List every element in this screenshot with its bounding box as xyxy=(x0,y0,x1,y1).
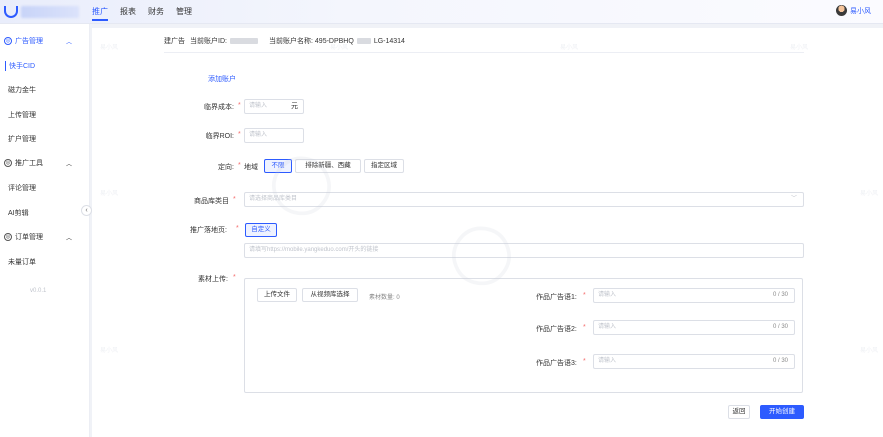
collapse-sidebar-button[interactable]: ‹ xyxy=(81,205,92,216)
required-mark: * xyxy=(238,162,241,169)
custom-landing-page-button[interactable]: 自定义 xyxy=(245,223,277,237)
add-account-link[interactable]: 添加账户 xyxy=(208,74,236,84)
nav-finance[interactable]: 财务 xyxy=(148,0,164,24)
critical-cost-label: 临界成本: xyxy=(204,104,234,111)
critical-roi-input[interactable]: 请输入 xyxy=(244,128,304,143)
product-category-select[interactable]: 请选择商品库类目 ﹀ xyxy=(244,192,804,207)
targeting-option-specified-region[interactable]: 指定区域 xyxy=(364,159,404,173)
chevron-up-icon: ︿ xyxy=(65,235,72,242)
sidebar-item-orders[interactable]: 未量订单 xyxy=(8,257,36,267)
ad-icon: ◎ xyxy=(4,37,12,45)
ad-copy-3-input[interactable]: 请输入 0 / 30 xyxy=(593,354,795,369)
ad-copy-2-placeholder: 请输入 xyxy=(598,324,617,330)
region-label: 地域 xyxy=(244,164,258,171)
top-nav: 推广 报表 财务 管理 xyxy=(92,0,204,24)
critical-roi-label: 临界ROI: xyxy=(205,133,234,140)
logo-icon xyxy=(4,6,18,18)
nav-reports[interactable]: 报表 xyxy=(120,0,136,24)
landing-page-label: 推广落地页: xyxy=(190,227,227,234)
sidebar-item-magnetic-bull[interactable]: 磁力金牛 xyxy=(8,85,36,95)
chevron-left-icon: ‹ xyxy=(85,207,88,214)
required-mark: * xyxy=(238,102,241,109)
user-menu[interactable]: 易小风 xyxy=(836,5,871,16)
back-button[interactable]: 返回 xyxy=(728,405,750,419)
sidebar-group-label: 广告管理 xyxy=(15,38,43,45)
ad-copy-3-label: 作品广告语3: xyxy=(536,360,577,367)
masked-account-name xyxy=(356,38,371,44)
masked-account-id xyxy=(229,38,258,44)
product-category-placeholder: 请选择商品库类目 xyxy=(249,196,298,202)
sidebar-group-order-management[interactable]: ◎ 订单管理 ︿ xyxy=(4,232,86,242)
nav-management[interactable]: 管理 xyxy=(176,0,192,24)
required-mark: * xyxy=(583,358,586,365)
chevron-up-icon: ︿ xyxy=(65,39,72,46)
top-bar: 推广 报表 财务 管理 易小风 xyxy=(0,0,883,24)
page-title: 建广告 xyxy=(164,38,185,45)
account-name-label: 当前账户名称: xyxy=(268,38,313,45)
ad-copy-1-input[interactable]: 请输入 0 / 30 xyxy=(593,288,795,303)
ad-copy-3-placeholder: 请输入 xyxy=(598,358,617,364)
material-upload-label: 素材上传: xyxy=(198,276,228,283)
decorative-watermark: ◯ xyxy=(257,135,351,229)
required-mark: * xyxy=(233,274,236,281)
main-content: 建广告 当前账户ID: 当前账户名称: 495-DPBHQ LG-14314 添… xyxy=(92,28,883,437)
critical-roi-placeholder: 请输入 xyxy=(249,132,268,138)
account-name-start: 495-DPBHQ xyxy=(314,37,354,45)
user-name: 易小风 xyxy=(850,7,871,15)
product-category-label: 商品库类目 xyxy=(194,198,229,205)
chevron-up-icon: ︿ xyxy=(65,161,72,168)
nav-promotion[interactable]: 推广 xyxy=(92,0,108,24)
sidebar-group-label: 订单管理 xyxy=(15,234,43,241)
landing-page-url-input[interactable]: 请填写https://mobile.yangkeduo.com/开头的链接 xyxy=(244,243,804,258)
currency-suffix: 元 xyxy=(291,103,298,110)
sidebar-item-upload-management[interactable]: 上传管理 xyxy=(8,110,36,120)
required-mark: * xyxy=(583,292,586,299)
upload-file-button[interactable]: 上传文件 xyxy=(257,288,297,302)
header-divider xyxy=(164,52,804,53)
material-count: 素材数量: 0 xyxy=(369,295,400,301)
ad-copy-3-counter: 0 / 30 xyxy=(772,358,788,364)
sidebar-item-comment-management[interactable]: 评论管理 xyxy=(8,183,36,193)
start-create-button[interactable]: 开始创建 xyxy=(760,405,804,419)
critical-cost-input[interactable]: 请输入 元 xyxy=(244,99,304,114)
select-from-video-library-button[interactable]: 从视频库选择 xyxy=(302,288,358,302)
order-icon: ◎ xyxy=(4,233,12,241)
critical-cost-placeholder: 请输入 xyxy=(249,103,268,109)
avatar xyxy=(836,5,847,16)
targeting-option-unlimited[interactable]: 不限 xyxy=(264,159,292,173)
account-name-end: LG-14314 xyxy=(373,37,405,45)
sidebar-item-ai-editing[interactable]: AI剪辑 xyxy=(8,208,29,218)
sidebar-group-promotion-tools[interactable]: ◎ 推广工具 ︿ xyxy=(4,158,86,168)
targeting-option-exclude-xinjiang-tibet[interactable]: 排除新疆、西藏 xyxy=(295,159,361,173)
sidebar: ◎ 广告管理 ︿ 快手CID 磁力金牛 上传管理 扩户管理 ◎ 推广工具 ︿ 评… xyxy=(0,24,90,437)
version-label: v0.0.1 xyxy=(30,288,47,294)
ad-copy-1-label: 作品广告语1: xyxy=(536,294,577,301)
sidebar-group-label: 推广工具 xyxy=(15,160,43,167)
logo-text-blurred xyxy=(21,6,79,18)
sidebar-item-kuaishou-cid[interactable]: 快手CID xyxy=(5,61,35,71)
account-header: 建广告 当前账户ID: 当前账户名称: 495-DPBHQ LG-14314 xyxy=(164,36,405,46)
tool-icon: ◎ xyxy=(4,159,12,167)
ad-copy-1-placeholder: 请输入 xyxy=(598,292,617,298)
landing-page-url-placeholder: 请填写https://mobile.yangkeduo.com/开头的链接 xyxy=(249,247,379,253)
ad-copy-1-counter: 0 / 30 xyxy=(772,292,788,298)
targeting-label: 定向: xyxy=(218,164,234,171)
sidebar-item-expansion-management[interactable]: 扩户管理 xyxy=(8,134,36,144)
logo[interactable] xyxy=(4,5,79,19)
ad-copy-2-label: 作品广告语2: xyxy=(536,326,577,333)
required-mark: * xyxy=(233,196,236,203)
ad-copy-2-counter: 0 / 30 xyxy=(772,324,788,330)
required-mark: * xyxy=(238,131,241,138)
chevron-down-icon: ﹀ xyxy=(790,196,797,202)
sidebar-group-ad-management[interactable]: ◎ 广告管理 ︿ xyxy=(4,36,86,46)
ad-copy-2-input[interactable]: 请输入 0 / 30 xyxy=(593,320,795,335)
required-mark: * xyxy=(583,324,586,331)
required-mark: * xyxy=(236,225,239,232)
account-id-label: 当前账户ID: xyxy=(190,38,227,45)
